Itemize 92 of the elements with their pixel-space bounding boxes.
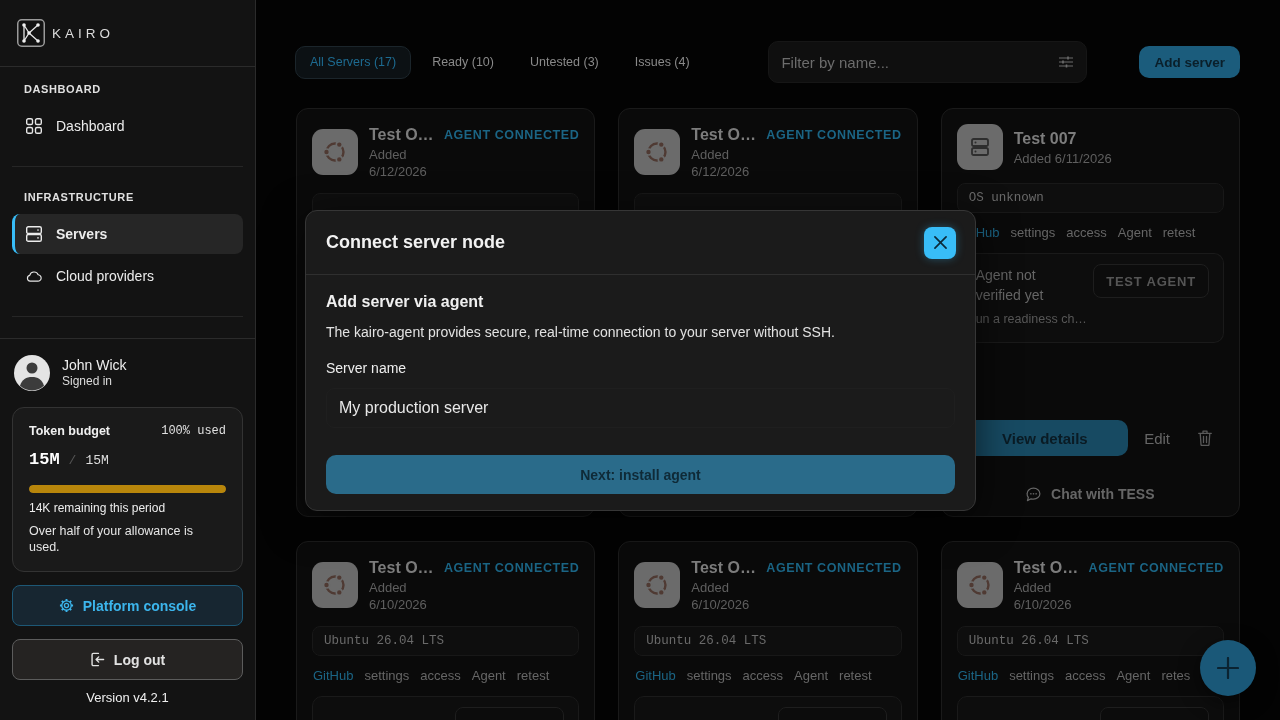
budget-title: Token budget bbox=[29, 424, 110, 439]
capability-tag: Agent bbox=[471, 668, 506, 684]
ring-logo-icon bbox=[634, 562, 681, 608]
close-icon bbox=[933, 236, 947, 249]
connection-status: AGENT CONNECTED bbox=[766, 560, 902, 576]
os-info: Ubuntu 26.04 LTS bbox=[956, 626, 1224, 656]
chat-bubble-icon bbox=[1026, 486, 1042, 502]
server-name: Test O… bbox=[691, 125, 756, 145]
ring-logo-icon bbox=[312, 129, 358, 175]
cloud-icon bbox=[26, 268, 42, 284]
capability-tag: GitHub bbox=[635, 668, 676, 684]
capability-tag: Hub bbox=[975, 225, 1000, 241]
version-text: Version v4.2.1 bbox=[86, 690, 169, 706]
search-field[interactable]: Filter by name... bbox=[768, 41, 1088, 83]
ring-logo-icon bbox=[634, 129, 681, 175]
added-date: Added 6/10/2026 bbox=[691, 579, 751, 613]
modal-title: Connect server node bbox=[326, 232, 506, 253]
plus-icon bbox=[1217, 657, 1239, 679]
separator-text: / bbox=[68, 452, 77, 469]
capability-tag: retes bbox=[1161, 668, 1191, 684]
capability-tag: retest bbox=[1162, 225, 1196, 241]
avatar-icon bbox=[14, 355, 50, 391]
os-info: OS unknown bbox=[956, 183, 1224, 213]
server-name: Test O… bbox=[369, 125, 434, 145]
connection-status: AGENT CONNECTED bbox=[1088, 560, 1224, 576]
connection-status: AGENT CONNECTED bbox=[443, 560, 580, 576]
chat-button[interactable]: Chat with TESS bbox=[1024, 482, 1157, 506]
capability-tag: Agent bbox=[1116, 668, 1151, 684]
filter-tab[interactable]: Issues (4) bbox=[619, 45, 705, 79]
added-date: Added 6/12/2026 bbox=[369, 146, 428, 180]
added-date: Added 6/12/2026 bbox=[691, 146, 751, 180]
logo-icon bbox=[17, 19, 45, 47]
server-icon bbox=[956, 124, 1003, 170]
used-tokens: 15M bbox=[29, 451, 60, 468]
capability-tag: retest bbox=[839, 668, 872, 684]
ring-logo-icon bbox=[312, 562, 358, 608]
budget-note: Over half of your allowance is used. bbox=[29, 523, 194, 555]
capability-tag: settings bbox=[1010, 225, 1056, 241]
capability-tag: settings bbox=[1009, 668, 1054, 684]
brand-name: KAIRO bbox=[52, 25, 114, 41]
nav-item[interactable]: Dashboard bbox=[12, 106, 243, 146]
capability-tag: retest bbox=[516, 668, 550, 684]
server-name: Test O… bbox=[691, 558, 756, 578]
capability-tag: access bbox=[1066, 225, 1107, 241]
os-info: Ubuntu 26.04 LTS bbox=[312, 626, 580, 656]
capability-tag: GitHub bbox=[957, 668, 999, 684]
server-name-input[interactable]: My production server bbox=[326, 388, 955, 428]
capability-tag: GitHub bbox=[313, 668, 354, 684]
server-name: Test O… bbox=[369, 558, 434, 578]
ring-logo-icon bbox=[956, 562, 1003, 608]
user-name: John Wick bbox=[62, 357, 127, 374]
edit-button[interactable]: Edit bbox=[1144, 429, 1170, 447]
filter-tab[interactable]: Untested (3) bbox=[515, 45, 614, 79]
capability-tag: Agent bbox=[794, 668, 829, 684]
grid-icon bbox=[26, 118, 42, 134]
status-title: Agent not verified yet bbox=[975, 266, 1045, 305]
field-label: Server name bbox=[326, 359, 407, 378]
connection-status: AGENT CONNECTED bbox=[766, 127, 902, 143]
connection-status: AGENT CONNECTED bbox=[443, 127, 580, 143]
gear-icon bbox=[58, 598, 74, 613]
added-date: Added 6/10/2026 bbox=[369, 579, 428, 613]
sliders-icon[interactable] bbox=[1059, 56, 1074, 68]
nav-item[interactable]: Servers bbox=[12, 214, 243, 254]
capability-tag: access bbox=[420, 668, 461, 684]
logout-button[interactable]: Log out bbox=[12, 639, 243, 680]
server-name: Test O… bbox=[1013, 558, 1079, 578]
os-info: Ubuntu 26.04 LTS bbox=[634, 626, 902, 656]
filter-tab[interactable]: All Servers (17) bbox=[295, 45, 412, 79]
close-button[interactable] bbox=[924, 226, 956, 259]
logout-icon bbox=[89, 652, 105, 667]
capability-tag: Agent bbox=[1117, 225, 1152, 241]
total-tokens: 15M bbox=[85, 452, 109, 469]
platform-console-button[interactable]: Platform console bbox=[12, 585, 243, 626]
usage-text: 100% used bbox=[161, 424, 226, 439]
added-date: Added 6/10/2026 bbox=[1013, 579, 1073, 613]
capability-tag: settings bbox=[364, 668, 410, 684]
remaining-text: 14K remaining this period bbox=[29, 501, 166, 516]
server-icon bbox=[26, 226, 42, 242]
modal-description: The kairo-agent provides secure, real-time connection to your server without SSH. bbox=[326, 323, 835, 342]
section-heading: INFRASTRUCTURE bbox=[24, 190, 134, 204]
trash-icon[interactable] bbox=[1198, 430, 1212, 446]
capability-tag: access bbox=[1064, 668, 1106, 684]
user-status: Signed in bbox=[62, 374, 113, 389]
server-name: Test 007 bbox=[1013, 128, 1077, 149]
filter-tab[interactable]: Ready (10) bbox=[417, 45, 509, 79]
search-input[interactable]: Filter by name... bbox=[781, 51, 1052, 73]
capability-tag: access bbox=[742, 668, 784, 684]
capability-tag: settings bbox=[686, 668, 732, 684]
section-heading: DASHBOARD bbox=[24, 82, 101, 96]
modal-heading: Add server via agent bbox=[326, 292, 484, 312]
nav-item[interactable]: Cloud providers bbox=[12, 256, 243, 296]
added-date: Added 6/11/2026 bbox=[1013, 149, 1112, 167]
